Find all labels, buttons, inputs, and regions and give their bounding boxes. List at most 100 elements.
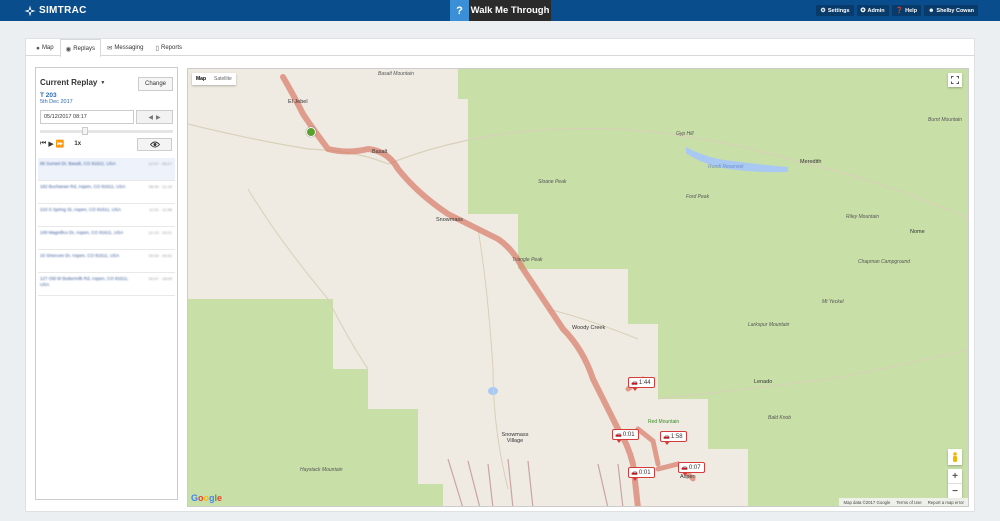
map-label: Red Mountain	[648, 419, 680, 425]
tab-replays[interactable]: ◉ Replays	[59, 39, 101, 57]
replay-date: 5th Dec 2017	[40, 99, 73, 105]
brand[interactable]: SIMTRAC	[24, 4, 87, 17]
map-label: Sloane Peak	[538, 179, 567, 185]
replay-slider-handle[interactable]	[82, 127, 88, 135]
map-data-credit: Map data ©2017 Google	[843, 499, 891, 505]
stop-marker[interactable]: 🚗 1:44	[628, 377, 655, 391]
map-label: Mt Yeckel	[822, 299, 844, 305]
play-circle-icon: ◉	[65, 45, 72, 53]
help-icon: ❓	[895, 8, 904, 14]
map-label: Chapman Campground	[858, 259, 910, 265]
help-button[interactable]: ❓ Help	[891, 5, 922, 16]
stop-marker[interactable]: 🚗 0:01	[628, 467, 655, 481]
question-icon: ?	[450, 0, 469, 21]
stop-address: 210 S Spring St, Aspen, CO 81611, USA	[40, 207, 121, 212]
car-icon: 🚗	[681, 464, 688, 471]
simtrac-logo-icon	[24, 5, 36, 16]
car-icon: 🚗	[615, 431, 622, 438]
map-label: Ruedi Reservoir	[708, 164, 744, 170]
eye-icon	[149, 141, 160, 148]
tab-messaging[interactable]: ✉ Messaging	[101, 39, 149, 56]
fullscreen-button[interactable]	[948, 73, 962, 87]
list-item[interactable]: 86 Sunset Dr, Basalt, CO 81621, USA 12:07…	[38, 158, 175, 181]
stop-marker[interactable]: 🚗 1:58	[660, 431, 687, 445]
zoom-out-button[interactable]: −	[948, 484, 962, 498]
list-item[interactable]: 100 Magnifico Dr, Aspen, CO 81611, USA 12…	[38, 227, 175, 250]
envelope-icon: ✉	[106, 45, 113, 52]
map-label: Snowmass Village	[501, 432, 529, 444]
arrow-left-icon[interactable]: ◀	[148, 114, 153, 121]
list-item[interactable]: 15 Sinecure Dr, Aspen, CO 81611, USA 15:3…	[38, 250, 175, 273]
tab-replays-label: Replays	[73, 45, 95, 52]
map-label: Burnt Mountain	[928, 117, 962, 123]
play-icon[interactable]: ▶	[48, 140, 53, 148]
stop-address: 100 Magnifico Dr, Aspen, CO 81611, USA	[40, 230, 124, 235]
tab-map[interactable]: ● Map	[30, 39, 60, 56]
skip-back-icon[interactable]: ⏮	[40, 140, 46, 148]
stop-time: 15:33 - 16:32	[148, 253, 172, 258]
datetime-input[interactable]	[40, 110, 134, 124]
admin-button[interactable]: ✪ Admin	[856, 5, 889, 16]
map-label: Meredith	[800, 159, 822, 165]
stop-time: 08:30 - 11:15	[148, 184, 172, 189]
terms-of-use-link[interactable]: Terms of Use	[896, 500, 921, 505]
map-label: Riley Mountain	[846, 214, 880, 220]
map-label: Nome	[910, 229, 925, 235]
help-label: Help	[905, 7, 918, 14]
zoom-in-button[interactable]: +	[948, 469, 962, 483]
speed-label[interactable]: 1x	[74, 141, 81, 147]
walk-me-through-button[interactable]: ? Walk Me Through	[450, 0, 551, 21]
list-item[interactable]: 127 Old W Buttermilk Rd, Aspen, CO 81611…	[38, 273, 175, 296]
tab-reports-label: Reports	[161, 45, 183, 51]
zoom-control: + −	[948, 469, 962, 498]
globe-icon: ●	[36, 44, 40, 52]
google-logo: Google	[191, 493, 223, 503]
admin-icon: ✪	[860, 8, 866, 14]
current-replay-dropdown[interactable]: Current Replay ▼	[40, 78, 105, 87]
change-button[interactable]: Change	[138, 77, 173, 91]
user-icon: ☻	[928, 7, 935, 14]
settings-button[interactable]: ⚙ Settings	[816, 5, 854, 16]
main-panel: ● Map ◉ Replays ✉ Messaging ▯ Reports Curren…	[25, 38, 975, 512]
map-type-toggle: Map Satellite	[192, 73, 236, 85]
user-menu-button[interactable]: ☻ Shelby Cowan	[924, 5, 978, 16]
fast-forward-icon[interactable]: ⏩	[56, 140, 65, 148]
replay-map[interactable]: Basalt Mountain El Jebel Basalt Gyp Hill…	[187, 68, 969, 507]
tab-reports[interactable]: ▯ Reports	[149, 39, 188, 56]
car-icon: 🚗	[663, 433, 670, 440]
admin-label: Admin	[867, 7, 885, 14]
stop-duration: 1:44	[638, 379, 651, 386]
arrow-right-icon[interactable]: ▶	[156, 114, 161, 121]
map-label: El Jebel	[288, 99, 308, 105]
vehicle-id[interactable]: T 203	[40, 92, 57, 99]
prev-next-buttons[interactable]: ◀ ▶	[136, 110, 173, 124]
map-label: Basalt	[372, 149, 388, 155]
map-label: Larkspur Mountain	[748, 322, 790, 328]
file-icon: ▯	[155, 45, 160, 52]
map-tiles[interactable]	[188, 69, 969, 507]
report-map-error-link[interactable]: Report a map error	[928, 500, 964, 505]
street-view-pegman[interactable]	[948, 449, 962, 465]
stop-time: 16:47 - 18:05	[148, 276, 172, 281]
map-type-map-button[interactable]: Map	[192, 73, 210, 85]
current-replay-title: Current Replay	[40, 78, 98, 87]
stop-marker[interactable]: 🚗 0:01	[612, 429, 639, 443]
car-icon: 🚗	[631, 379, 638, 386]
map-label: Basalt Mountain	[378, 71, 414, 77]
top-bar: SIMTRAC ? Walk Me Through ⚙ Settings ✪ Adm…	[0, 0, 1000, 21]
replay-slider-track[interactable]	[40, 130, 173, 133]
replay-sidebar: Current Replay ▼ Change T 203 5th Dec 20…	[35, 67, 178, 500]
app-name: SIMTRAC	[39, 5, 87, 16]
map-label: Bald Knob	[768, 415, 792, 421]
map-type-satellite-button[interactable]: Satellite	[210, 73, 236, 85]
list-item[interactable]: 182 Buchanan Rd, Aspen, CO 81611, USA 08:…	[38, 181, 175, 204]
stop-time: 12:07 - 08:17	[148, 161, 172, 166]
gear-icon: ⚙	[820, 8, 826, 14]
list-item[interactable]: 210 S Spring St, Aspen, CO 81611, USA 11:…	[38, 204, 175, 227]
map-label: Lenado	[754, 379, 773, 385]
view-toggle-button[interactable]	[137, 138, 172, 151]
stop-marker[interactable]: 🚗 0:07	[678, 462, 705, 476]
stop-address: 86 Sunset Dr, Basalt, CO 81621, USA	[40, 161, 116, 166]
caret-down-icon: ▼	[100, 79, 106, 86]
start-pin-icon[interactable]	[306, 127, 316, 137]
